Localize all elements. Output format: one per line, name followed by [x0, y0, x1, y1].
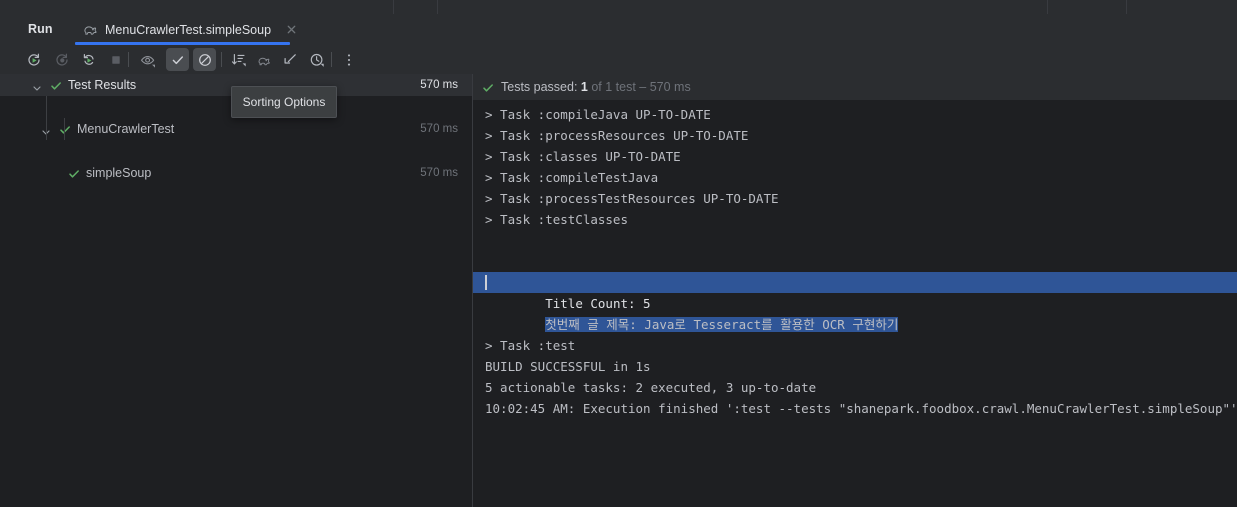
check-icon	[68, 167, 80, 179]
sorting-options-button[interactable]	[227, 48, 250, 71]
tree-row-label: Test Results	[68, 78, 137, 92]
run-tool-window-label: Run	[28, 22, 53, 36]
console-line: > Task :classes UP-TO-DATE	[485, 149, 681, 164]
top-strip-divider-2	[437, 0, 438, 14]
test-history-button[interactable]	[305, 48, 328, 71]
rerun-tests-button[interactable]	[22, 48, 45, 71]
tooltip-text: Sorting Options	[242, 95, 326, 109]
top-strip-divider-3	[1047, 0, 1048, 14]
top-strip-divider-4	[1126, 0, 1127, 14]
status-count: 1	[580, 80, 588, 94]
tree-row-label: MenuCrawlerTest	[77, 122, 175, 136]
status-prefix: Tests passed:	[501, 80, 581, 94]
test-tree-panel: Test Results 570 ms MenuCrawlerTest 570 …	[0, 74, 472, 507]
text-caret	[485, 275, 487, 290]
test-status-header: Tests passed: 1 of 1 test – 570 ms	[473, 74, 1237, 100]
test-toolbar	[0, 45, 1237, 74]
console-line: 5 actionable tasks: 2 executed, 3 up-to-…	[485, 380, 817, 395]
check-icon	[482, 81, 494, 93]
export-test-results-button[interactable]	[253, 48, 276, 71]
console-line: > Task :compileTestJava	[485, 170, 659, 185]
show-passed-button[interactable]	[136, 48, 159, 71]
console-line: BUILD SUCCESSFUL in 1s	[485, 359, 651, 374]
status-suffix: of 1 test – 570 ms	[587, 80, 691, 94]
toolbar-separator-1	[128, 52, 129, 67]
collapse-all-button[interactable]	[278, 48, 301, 71]
top-strip-divider-1	[393, 0, 394, 14]
tree-row-duration: 570 ms	[420, 167, 458, 179]
top-strip-left-block	[0, 0, 393, 14]
console-line-selected: 첫번째 글 제목: Java로 Tesseract를 활용한 OCR 구현하기	[473, 293, 1237, 332]
tree-row-duration: 570 ms	[420, 79, 458, 91]
tab-menucrawlertest-simplesoup[interactable]: MenuCrawlerTest.simpleSoup	[75, 14, 304, 45]
rerun-failed-tests-button[interactable]	[50, 48, 73, 71]
toolbar-separator-2	[221, 52, 222, 67]
tree-row-menucrawlertest[interactable]: MenuCrawlerTest 570 ms	[0, 118, 472, 140]
check-icon	[59, 123, 71, 135]
console-panel: Tests passed: 1 of 1 test – 570 ms > Tas…	[473, 74, 1237, 507]
test-status-text: Tests passed: 1 of 1 test – 570 ms	[501, 80, 691, 94]
console-line: > Task :compileJava UP-TO-DATE	[485, 107, 711, 122]
tooltip-sorting-options: Sorting Options	[231, 86, 337, 118]
tab-bar: Run MenuCrawlerTest.simpleSoup	[0, 14, 1237, 45]
toolbar-separator-3	[331, 52, 332, 67]
top-strip	[0, 0, 1237, 14]
tree-row-simplesoup[interactable]: simpleSoup 570 ms	[0, 162, 472, 184]
show-ignored-button[interactable]	[166, 48, 189, 71]
console-line: > Task :processTestResources UP-TO-DATE	[485, 191, 779, 206]
more-options-button[interactable]	[337, 48, 360, 71]
stop-button[interactable]	[104, 48, 127, 71]
console-line: > Task :testClasses	[485, 212, 628, 227]
run-tool-window: Run MenuCrawlerTest.simpleSoup Test Resu…	[0, 0, 1237, 507]
console-line: > Task :test	[485, 338, 576, 353]
tree-guide-line-1	[46, 96, 47, 140]
tree-row-label: simpleSoup	[86, 166, 152, 180]
console-line-selected: Title Count: 5	[473, 272, 1237, 311]
check-icon	[50, 79, 62, 91]
tree-row-duration: 570 ms	[420, 123, 458, 135]
console-line: 10:02:45 AM: Execution finished ':test -…	[485, 401, 1237, 416]
toggle-auto-test-button[interactable]	[77, 48, 100, 71]
tab-label: MenuCrawlerTest.simpleSoup	[105, 22, 272, 37]
chevron-down-icon[interactable]	[32, 80, 42, 91]
console-line: > Task :processResources UP-TO-DATE	[485, 128, 749, 143]
gradle-elephant-icon	[83, 22, 98, 37]
tree-guide-line-2	[64, 118, 65, 140]
hide-passed-button[interactable]	[193, 48, 216, 71]
close-icon[interactable]	[285, 23, 298, 36]
console-output[interactable]: > Task :compileJava UP-TO-DATE > Task :p…	[473, 100, 1237, 507]
